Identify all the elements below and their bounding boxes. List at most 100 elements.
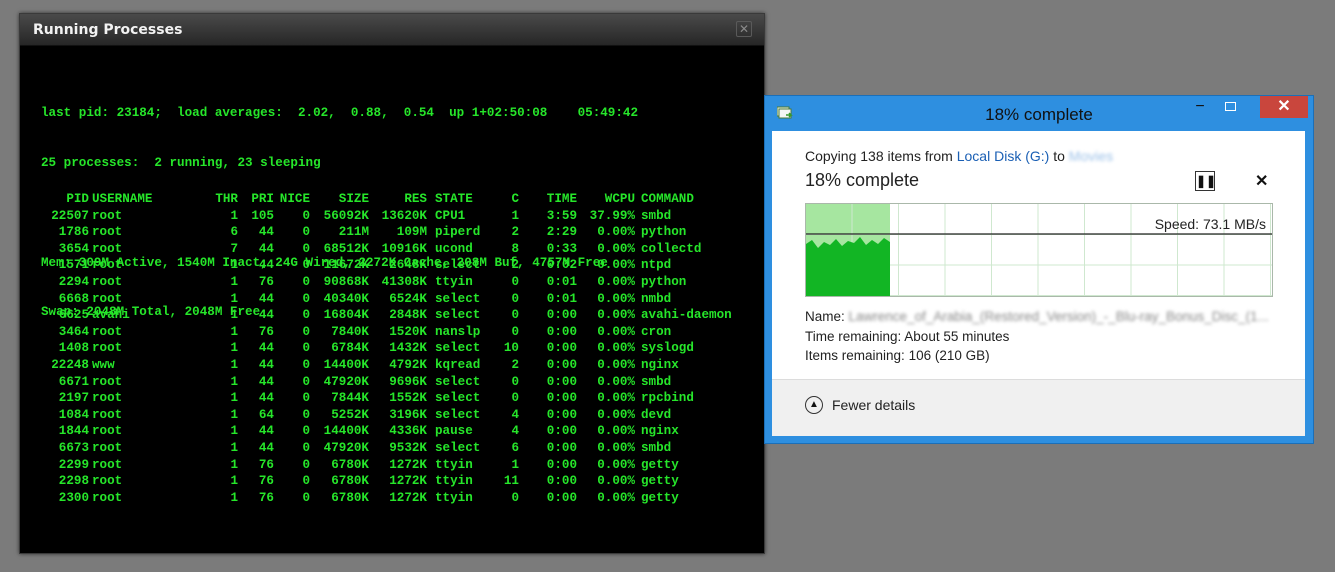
fewer-details-button[interactable]: Fewer details	[832, 397, 915, 413]
process-row: 6671 root 1 44 0 47920K 9696K select 0 0:00 0.00% s…	[41, 374, 732, 391]
cell-wcpu: 0.00%	[597, 474, 635, 489]
close-icon[interactable]: ✕	[1260, 96, 1308, 118]
cell-state: select	[435, 391, 481, 406]
destination-link[interactable]: Movies	[1069, 148, 1113, 164]
minimize-icon[interactable]: −	[1187, 96, 1213, 118]
process-row: 3464 root 1 76 0 7840K 1520K nanslp 0 0:00 0.00% cr…	[41, 324, 732, 341]
cell-thr: 1	[230, 324, 238, 339]
progress-text: 18% complete	[805, 170, 920, 190]
cell-state: ttyin	[435, 274, 473, 289]
cell-command: avahi-daemon	[641, 308, 732, 323]
cell-time: 0:00	[546, 424, 577, 439]
cell-res: 1552K	[389, 391, 427, 406]
speed-label: Speed: 73.1 MB/s	[1154, 216, 1266, 232]
cell-nice: 0	[302, 208, 310, 223]
cell-time: 0:00	[546, 324, 577, 339]
pause-icon[interactable]: ❚❚	[1195, 171, 1216, 191]
cell-time: 0:00	[546, 440, 577, 455]
cell-size: 6784K	[331, 341, 369, 356]
cell-state: select	[435, 258, 481, 273]
cell-pid: 1408	[58, 341, 89, 356]
cell-time: 0:00	[546, 357, 577, 372]
process-count-line: 25 processes: 2 running, 23 sleeping	[41, 155, 321, 170]
cell-pri: 44	[258, 357, 274, 372]
copy-titlebar[interactable]: 18% complete − ✕	[765, 96, 1313, 130]
items-value: 106 (210 GB)	[908, 348, 990, 363]
to-word: to	[1049, 148, 1069, 164]
cell-nice: 0	[302, 241, 310, 256]
cell-time: 0:33	[546, 241, 577, 256]
process-table: PID USERNAME THR PRI NICE SIZE RES STATE…	[41, 191, 732, 506]
process-row: 1786 root 6 44 0 211M 109M piperd 2 2:29 0.00% pyth…	[41, 224, 732, 241]
cell-wcpu: 0.00%	[597, 324, 635, 339]
cell-username: root	[92, 391, 123, 406]
process-row: 2197 root 1 44 0 7844K 1552K select 0 0:00 0.00% rp…	[41, 390, 732, 407]
cell-res: 4336K	[389, 424, 427, 439]
cell-username: root	[92, 241, 123, 256]
cell-thr: 6	[230, 225, 238, 240]
cell-res: 3196K	[389, 407, 427, 422]
cell-time: 0:00	[546, 457, 577, 472]
copy-prefix: Copying 138 items from	[805, 148, 957, 164]
load-line: last pid: 23184; load averages: 2.02, 0.…	[41, 106, 639, 121]
cell-c: 0	[511, 274, 519, 289]
cell-res: 9532K	[389, 440, 427, 455]
close-icon[interactable]: ✕	[736, 21, 752, 37]
cell-time: 0:02	[546, 258, 577, 273]
cell-wcpu: 0.00%	[597, 241, 635, 256]
cell-size: 40340K	[323, 291, 369, 306]
cancel-icon[interactable]: ✕	[1255, 171, 1268, 191]
cell-wcpu: 0.00%	[597, 440, 635, 455]
process-row: 6668 root 1 44 0 40340K 6524K select 0 0:01 0.00% n…	[41, 291, 732, 308]
cell-pri: 44	[258, 391, 274, 406]
cell-wcpu: 0.00%	[597, 258, 635, 273]
process-row: 2300 root 1 76 0 6780K 1272K ttyin 0 0:00 0.00% get…	[41, 490, 732, 507]
cell-thr: 1	[230, 424, 238, 439]
terminal-titlebar[interactable]: Running Processes ✕	[20, 14, 764, 46]
cell-username: root	[92, 208, 123, 223]
cell-c: 10	[503, 341, 519, 356]
cell-pri: 44	[258, 225, 274, 240]
cell-state: select	[435, 341, 481, 356]
cell-thr: 1	[230, 357, 238, 372]
source-link[interactable]: Local Disk (G:)	[957, 148, 1050, 164]
cell-command: nginx	[641, 424, 679, 439]
cell-nice: 0	[302, 225, 310, 240]
process-row: 6673 root 1 44 0 47920K 9532K select 6 0:00 0.00% s…	[41, 440, 732, 457]
cell-size: 14400K	[323, 424, 369, 439]
cell-thr: 7	[230, 241, 238, 256]
cell-wcpu: 0.00%	[597, 225, 635, 240]
cell-pri: 76	[258, 474, 274, 489]
col-state: STATE	[435, 192, 473, 206]
cell-nice: 0	[302, 274, 310, 289]
cell-c: 0	[511, 324, 519, 339]
cell-nice: 0	[302, 391, 310, 406]
items-label: Items remaining:	[805, 348, 905, 363]
chevron-up-icon[interactable]: ▲	[805, 396, 823, 414]
cell-res: 1520K	[389, 324, 427, 339]
col-thr: THR	[215, 192, 238, 206]
cell-c: 11	[503, 474, 519, 489]
cell-time: 0:00	[546, 308, 577, 323]
cell-command: getty	[641, 490, 679, 505]
cell-size: 6780K	[331, 490, 369, 505]
cell-res: 13620K	[381, 208, 427, 223]
cell-wcpu: 0.00%	[597, 341, 635, 356]
cell-username: root	[92, 324, 123, 339]
cell-command: syslogd	[641, 341, 694, 356]
process-row: 6625 avahi 1 44 0 16804K 2848K select 0 0:00 0.00%…	[41, 307, 732, 324]
cell-username: www	[92, 357, 115, 372]
col-res: RES	[404, 192, 427, 206]
cell-state: ttyin	[435, 457, 473, 472]
cell-size: 6780K	[331, 474, 369, 489]
cell-c: 2	[511, 225, 519, 240]
cell-time: 0:00	[546, 490, 577, 505]
cell-size: 16804K	[323, 308, 369, 323]
cell-username: root	[92, 440, 123, 455]
cell-thr: 1	[230, 440, 238, 455]
cell-pid: 2294	[58, 274, 89, 289]
terminal-window: Running Processes ✕ last pid: 23184; loa…	[19, 13, 765, 554]
maximize-icon[interactable]	[1217, 96, 1243, 118]
cell-nice: 0	[302, 324, 310, 339]
cell-res: 41308K	[381, 274, 427, 289]
